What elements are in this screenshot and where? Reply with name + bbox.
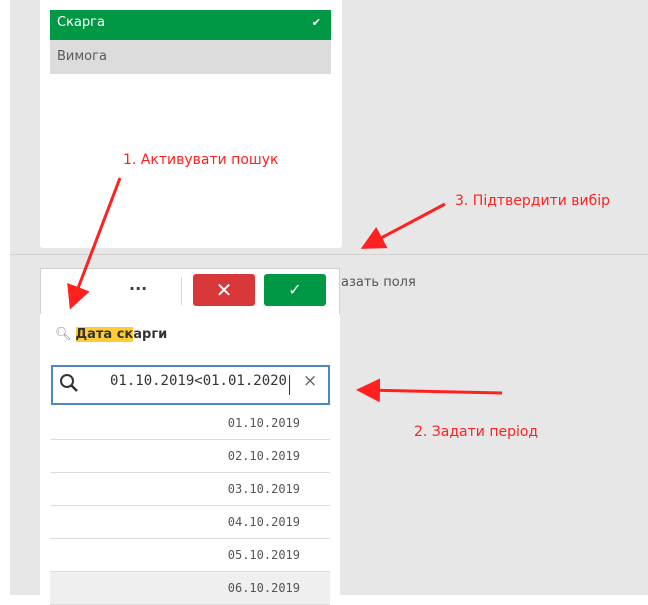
arrow-step3 — [360, 202, 446, 249]
arrow-step1 — [67, 177, 122, 310]
annotation-arrows — [67, 177, 503, 403]
arrow-step2 — [356, 378, 503, 403]
